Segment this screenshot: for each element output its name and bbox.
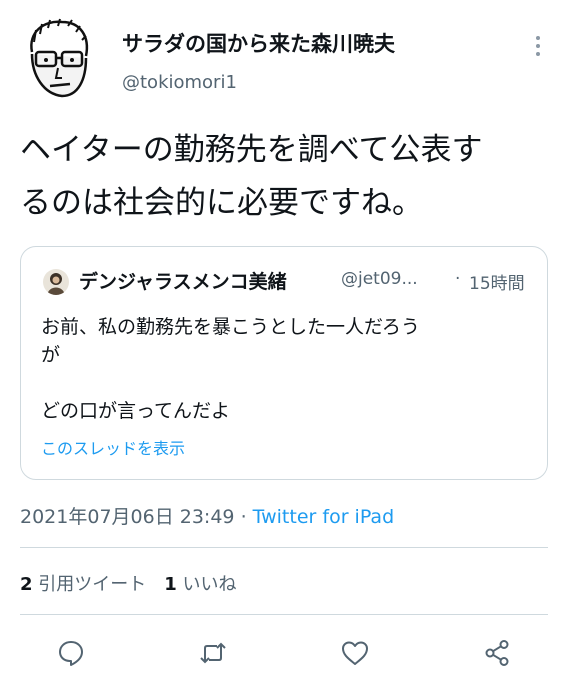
likes-count: 1 — [164, 574, 177, 595]
quoted-avatar[interactable] — [43, 269, 69, 295]
tweet-text: ヘイターの勤務先を調べて公表す るのは社会的に必要ですね。 — [20, 124, 555, 230]
quote-tweets-stat[interactable]: 2 引用ツイート — [20, 574, 146, 595]
quoted-separator: · — [455, 269, 461, 289]
avatar-illustration — [30, 18, 89, 98]
author-display-name[interactable]: サラダの国から来た森川暁夫 — [122, 28, 395, 58]
show-thread-link[interactable]: このスレッドを表示 — [41, 435, 185, 459]
quoted-text-line: お前、私の勤務先を暴こうとした一人だろう — [41, 316, 420, 338]
quoted-handle[interactable]: @jet09... — [341, 269, 418, 289]
more-vertical-icon[interactable] — [528, 34, 548, 58]
tweet-source-link[interactable]: Twitter for iPad — [253, 506, 394, 528]
tweet-text-line: ヘイターの勤務先を調べて公表す — [20, 132, 483, 168]
tweet-meta: 2021年07月06日 23:49 · Twitter for iPad — [20, 502, 394, 529]
quoted-tweet-text: お前、私の勤務先を暴こうとした一人だろう が どの口が言ってんだよ — [41, 313, 533, 425]
avatar[interactable] — [14, 12, 98, 100]
quoted-text-line — [41, 369, 533, 397]
share-icon[interactable] — [482, 638, 512, 668]
likes-stat[interactable]: 1 いいね — [164, 574, 236, 595]
divider — [20, 614, 548, 615]
quoted-text-line: が — [41, 344, 61, 366]
tweet-text-line: るのは社会的に必要ですね。 — [20, 185, 423, 221]
likes-label: いいね — [182, 574, 237, 595]
meta-separator: · — [240, 506, 247, 528]
quoted-tweet-card[interactable]: デンジャラスメンコ美緒 @jet09... · 15時間 お前、私の勤務先を暴こ… — [20, 246, 548, 480]
author-handle[interactable]: @tokiomori1 — [122, 72, 237, 93]
divider — [20, 547, 548, 548]
quoted-display-name[interactable]: デンジャラスメンコ美緒 — [79, 267, 287, 294]
retweet-icon[interactable] — [198, 638, 228, 668]
quoted-text-line: どの口が言ってんだよ — [41, 400, 231, 422]
tweet-stats: 2 引用ツイート 1 いいね — [20, 570, 237, 596]
reply-icon[interactable] — [56, 638, 86, 668]
heart-icon[interactable] — [340, 638, 370, 668]
quote-tweets-label: 引用ツイート — [38, 574, 147, 595]
quoted-timestamp[interactable]: 15時間 — [469, 269, 525, 294]
quote-tweets-count: 2 — [20, 574, 33, 595]
tweet-timestamp[interactable]: 2021年07月06日 23:49 — [20, 506, 235, 528]
